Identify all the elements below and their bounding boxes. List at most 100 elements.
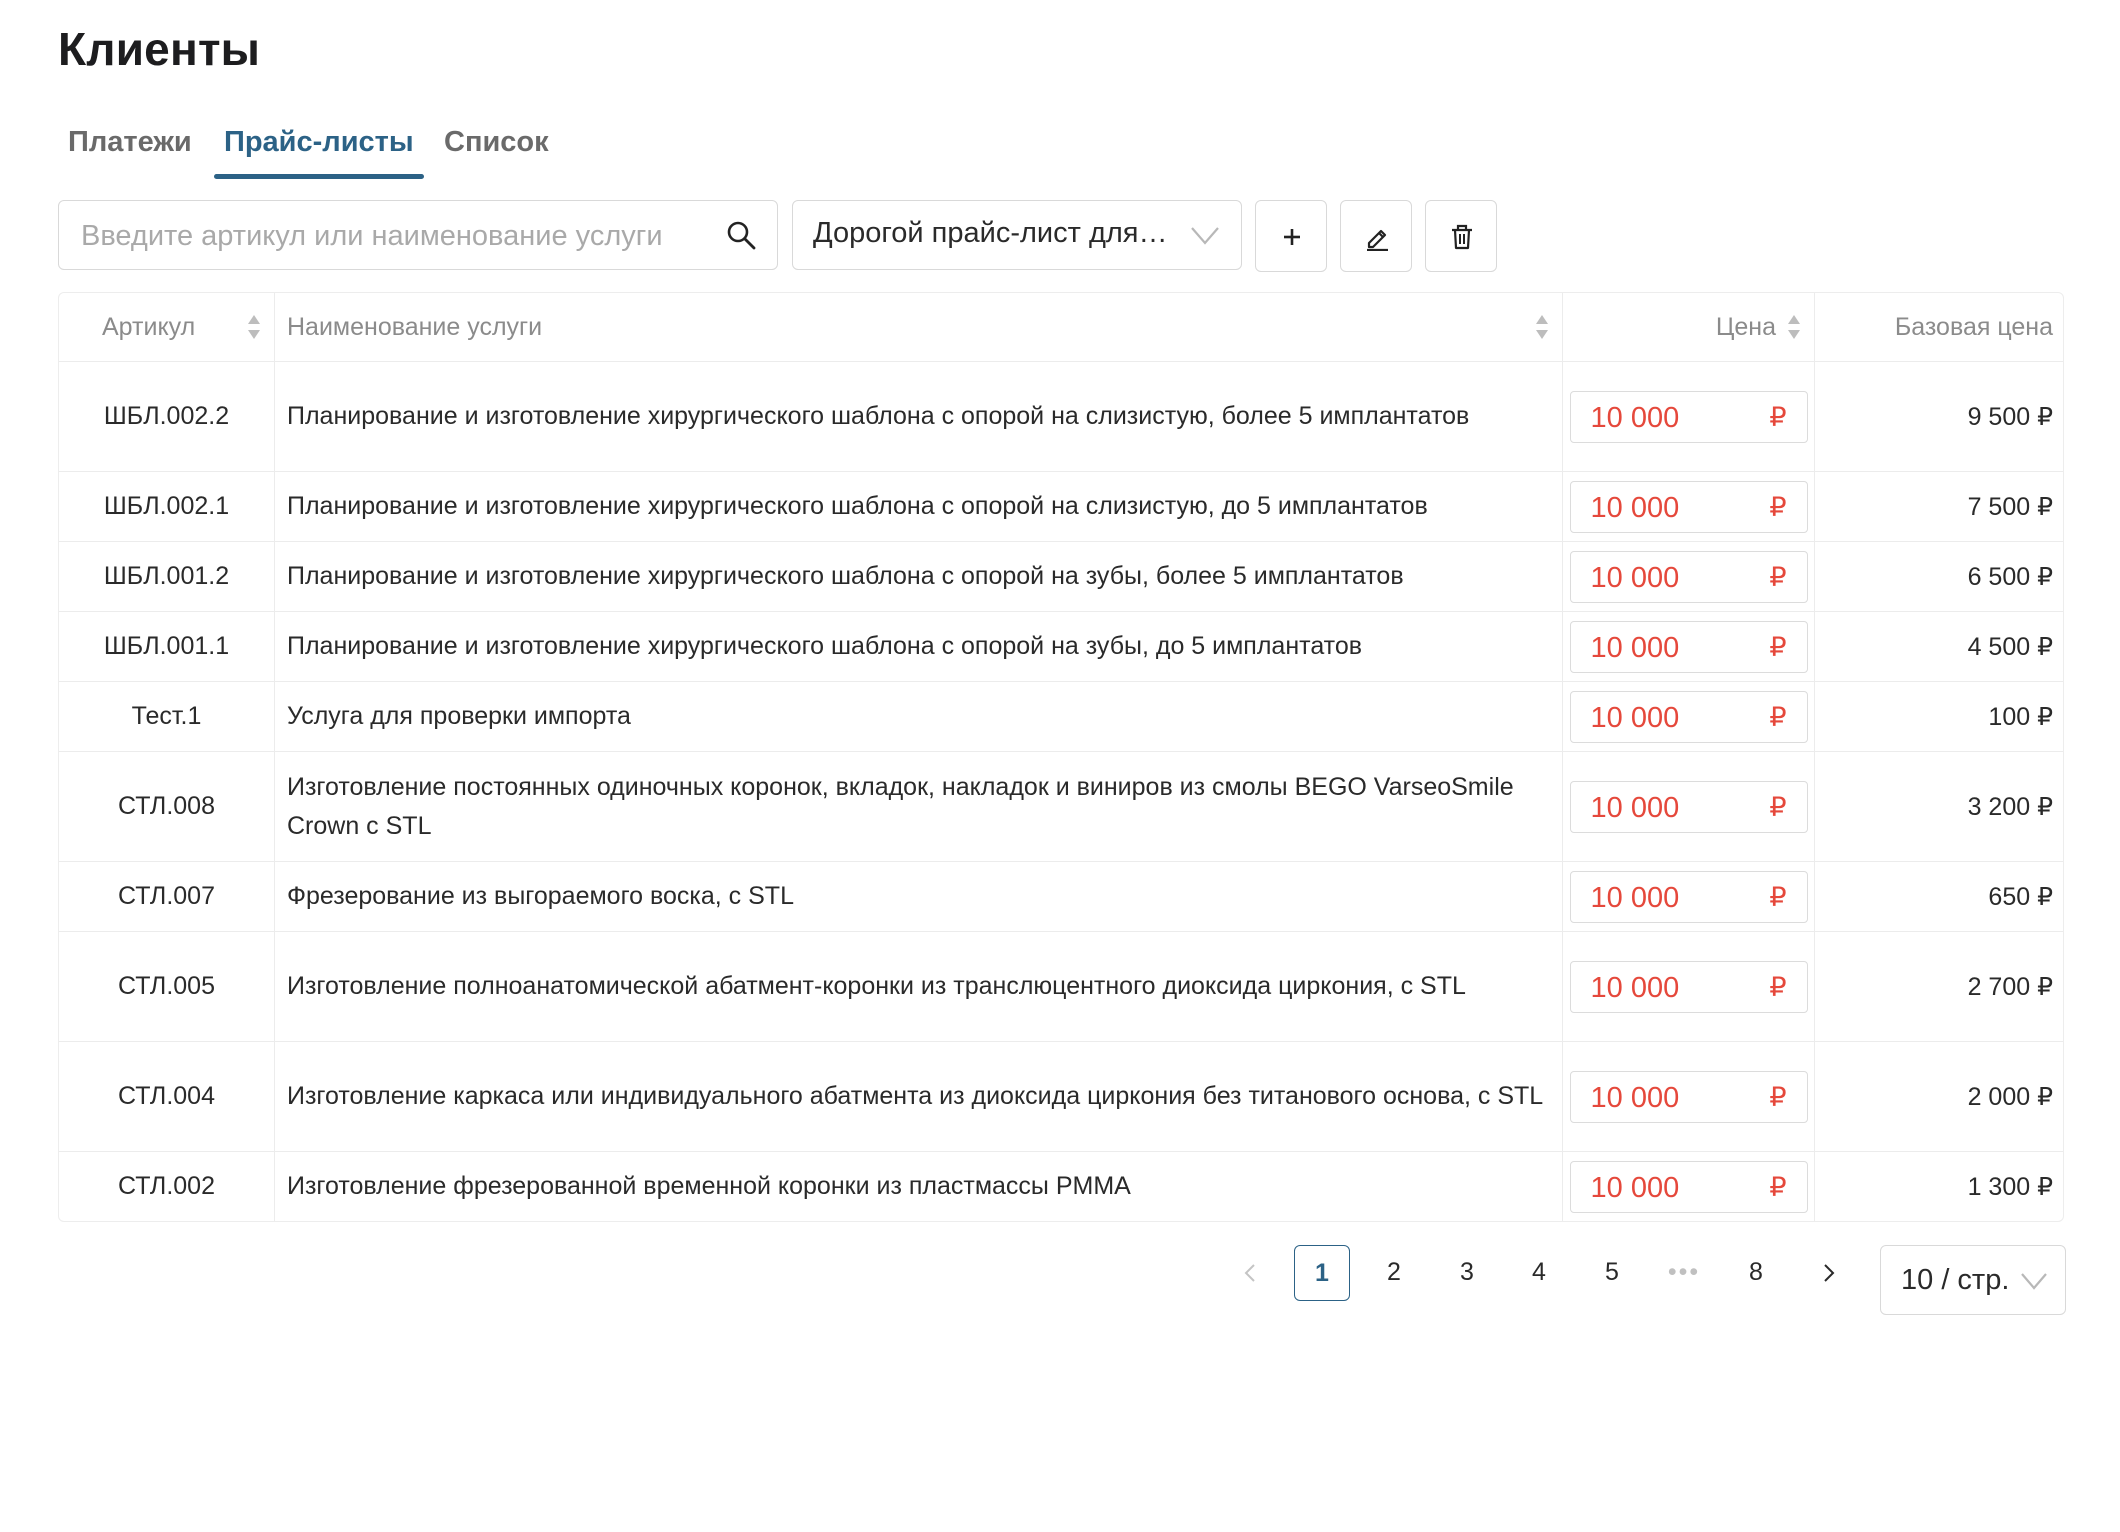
trash-icon bbox=[1452, 224, 1472, 250]
page: Клиенты Платежи Прайс-листы Список Дорог… bbox=[0, 0, 2120, 1532]
add-button[interactable] bbox=[1255, 200, 1327, 272]
page-4-button[interactable]: 4 bbox=[1511, 1245, 1567, 1301]
service-name: Услуга для проверки импорта bbox=[287, 702, 631, 730]
chevron-down-icon bbox=[2021, 1273, 2047, 1290]
price-input[interactable]: 10 000 ₽ bbox=[1569, 1160, 1808, 1213]
price-cell: 10 000 ₽ bbox=[1563, 612, 1815, 681]
price-input[interactable]: 10 000 ₽ bbox=[1569, 870, 1808, 923]
price-input[interactable]: 10 000 ₽ bbox=[1569, 390, 1808, 443]
column-header-label: Артикул bbox=[102, 312, 196, 341]
base-price-cell: 100 ₽ bbox=[1988, 702, 2053, 731]
price-input[interactable]: 10 000 ₽ bbox=[1569, 550, 1808, 603]
price-value: 10 000 bbox=[1590, 401, 1680, 434]
prev-page-button[interactable] bbox=[1222, 1245, 1278, 1301]
article-cell: СТЛ.005 bbox=[59, 932, 275, 1041]
table-row: Тест.1 Услуга для проверки импорта 10 000 ₽… bbox=[59, 681, 2063, 751]
page-5-button[interactable]: 5 bbox=[1584, 1245, 1640, 1301]
page-1-button[interactable]: 1 bbox=[1294, 1245, 1350, 1301]
currency-sign: ₽ bbox=[1769, 971, 1787, 1002]
pricelist-select-value: Дорогой прайс-лист для… bbox=[813, 217, 1168, 249]
pricelist-select[interactable]: Дорогой прайс-лист для… bbox=[792, 200, 1242, 270]
pagination-ellipsis[interactable]: ••• bbox=[1656, 1245, 1712, 1301]
price-input[interactable]: 10 000 ₽ bbox=[1569, 780, 1808, 833]
edit-button[interactable] bbox=[1340, 200, 1412, 272]
price-value: 10 000 bbox=[1590, 1081, 1680, 1114]
price-input[interactable]: 10 000 ₽ bbox=[1569, 620, 1808, 673]
price-value: 10 000 bbox=[1590, 971, 1680, 1004]
price-cell: 10 000 ₽ bbox=[1563, 682, 1815, 751]
currency-sign: ₽ bbox=[1769, 631, 1787, 662]
currency-sign: ₽ bbox=[1769, 401, 1787, 432]
search-icon[interactable] bbox=[725, 219, 757, 251]
page-title: Клиенты bbox=[58, 23, 261, 75]
price-value: 10 000 bbox=[1590, 791, 1680, 824]
price-value: 10 000 bbox=[1590, 881, 1680, 914]
price-value: 10 000 bbox=[1590, 1171, 1680, 1204]
table-row: СТЛ.002 Изготовление фрезерованной времен… bbox=[59, 1151, 2063, 1221]
base-price-cell: 650 ₽ bbox=[1988, 882, 2053, 911]
table-body: ШБЛ.002.2 Планирование и изготовление хир… bbox=[59, 361, 2063, 1221]
price-input[interactable]: 10 000 ₽ bbox=[1569, 1070, 1808, 1123]
service-name: Изготовление фрезерованной временной кор… bbox=[287, 1172, 1131, 1200]
price-value: 10 000 bbox=[1590, 491, 1680, 524]
tab-payments[interactable]: Платежи bbox=[58, 120, 202, 180]
search-input[interactable] bbox=[79, 201, 703, 271]
column-header-name[interactable]: Наименование услуги bbox=[275, 293, 1563, 361]
next-page-button[interactable] bbox=[1801, 1245, 1857, 1301]
service-name: Планирование и изготовление хирургическо… bbox=[287, 562, 1404, 590]
tabs: Платежи Прайс-листы Список bbox=[58, 120, 658, 182]
page-size-select[interactable]: 10 / стр. bbox=[1880, 1245, 2066, 1315]
base-price-cell: 3 200 ₽ bbox=[1967, 792, 2053, 821]
article-cell: ШБЛ.002.1 bbox=[59, 472, 275, 541]
price-cell: 10 000 ₽ bbox=[1563, 752, 1815, 861]
price-input[interactable]: 10 000 ₽ bbox=[1569, 690, 1808, 743]
service-name: Планирование и изготовление хирургическо… bbox=[287, 402, 1470, 430]
table-header: Артикул Наименование услуги Цена Базовая… bbox=[59, 293, 2063, 361]
base-price-cell: 7 500 ₽ bbox=[1967, 492, 2053, 521]
service-name-cell: Планирование и изготовление хирургическо… bbox=[275, 472, 1563, 541]
chevron-down-icon bbox=[1191, 227, 1219, 245]
service-name-cell: Изготовление фрезерованной временной кор… bbox=[275, 1152, 1563, 1221]
service-name-cell: Планирование и изготовление хирургическо… bbox=[275, 542, 1563, 611]
sort-icon[interactable] bbox=[246, 312, 262, 342]
table-row: ШБЛ.001.1 Планирование и изготовление хир… bbox=[59, 611, 2063, 681]
column-header-article[interactable]: Артикул bbox=[59, 293, 275, 361]
sort-icon[interactable] bbox=[1534, 312, 1550, 342]
base-price-cell: 6 500 ₽ bbox=[1967, 562, 2053, 591]
chevron-left-icon bbox=[1244, 1264, 1255, 1282]
service-name-cell: Изготовление постоянных одиночных короно… bbox=[275, 752, 1563, 861]
page-2-button[interactable]: 2 bbox=[1366, 1245, 1422, 1301]
table-row: СТЛ.004 Изготовление каркаса или индивиду… bbox=[59, 1041, 2063, 1151]
page-3-button[interactable]: 3 bbox=[1439, 1245, 1495, 1301]
price-cell: 10 000 ₽ bbox=[1563, 542, 1815, 611]
delete-button[interactable] bbox=[1425, 200, 1497, 272]
article-cell: СТЛ.004 bbox=[59, 1042, 275, 1151]
base-price-cell: 2 000 ₽ bbox=[1967, 1082, 2053, 1111]
price-cell: 10 000 ₽ bbox=[1563, 1042, 1815, 1151]
service-name: Изготовление каркаса или индивидуального… bbox=[287, 1082, 1544, 1110]
pencil-icon bbox=[1367, 229, 1388, 251]
price-cell: 10 000 ₽ bbox=[1563, 932, 1815, 1041]
article-cell: ШБЛ.002.2 bbox=[59, 362, 275, 471]
currency-sign: ₽ bbox=[1769, 881, 1787, 912]
column-header-price[interactable]: Цена bbox=[1563, 293, 1815, 361]
table-row: ШБЛ.002.2 Планирование и изготовление хир… bbox=[59, 361, 2063, 471]
currency-sign: ₽ bbox=[1769, 1081, 1787, 1112]
page-8-button[interactable]: 8 bbox=[1728, 1245, 1784, 1301]
table-row: СТЛ.007 Фрезерование из выгораемого воска… bbox=[59, 861, 2063, 931]
plus-icon bbox=[1284, 229, 1300, 245]
service-name-cell: Фрезерование из выгораемого воска, с STL bbox=[275, 862, 1563, 931]
price-cell: 10 000 ₽ bbox=[1563, 862, 1815, 931]
column-header-label: Наименование услуги bbox=[287, 312, 543, 341]
service-name: Фрезерование из выгораемого воска, с STL bbox=[287, 882, 794, 910]
sort-icon[interactable] bbox=[1786, 312, 1802, 342]
base-price-cell: 2 700 ₽ bbox=[1967, 972, 2053, 1001]
price-input[interactable]: 10 000 ₽ bbox=[1569, 960, 1808, 1013]
price-input[interactable]: 10 000 ₽ bbox=[1569, 480, 1808, 533]
tab-list[interactable]: Список bbox=[434, 120, 559, 180]
base-price-cell: 9 500 ₽ bbox=[1967, 402, 2053, 431]
tab-price-lists[interactable]: Прайс-листы bbox=[214, 120, 424, 180]
search-field[interactable] bbox=[58, 200, 778, 271]
price-value: 10 000 bbox=[1590, 561, 1680, 594]
currency-sign: ₽ bbox=[1769, 701, 1787, 732]
